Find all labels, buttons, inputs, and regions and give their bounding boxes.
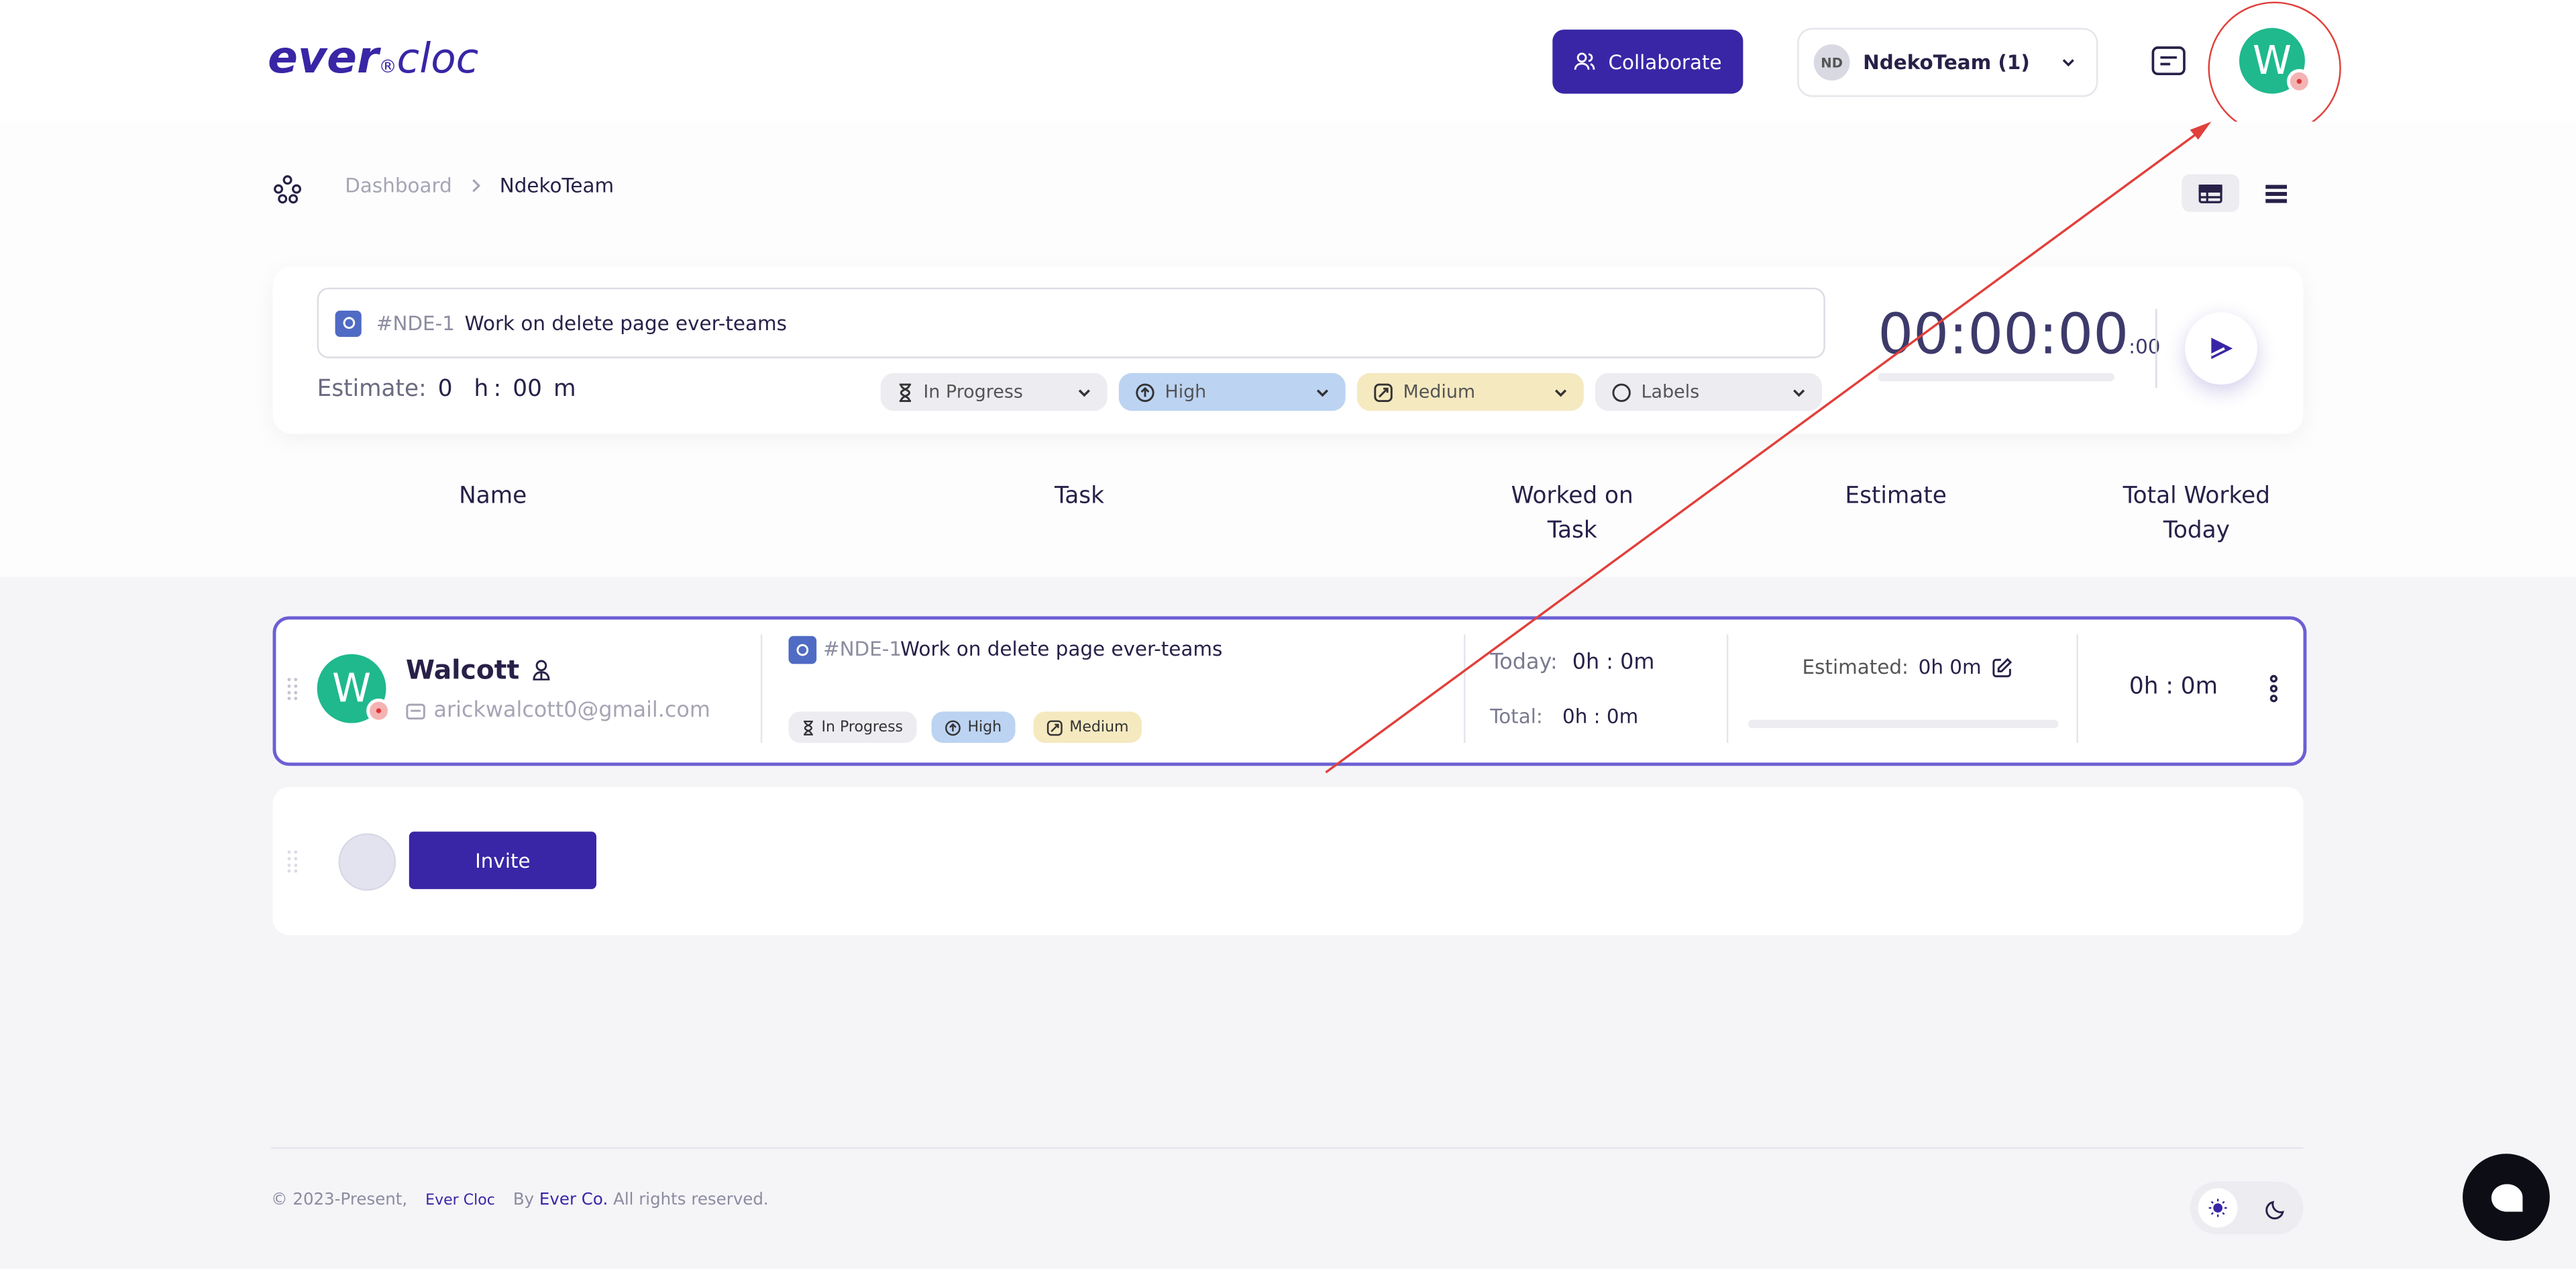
annotation-arrow (1325, 121, 2212, 774)
